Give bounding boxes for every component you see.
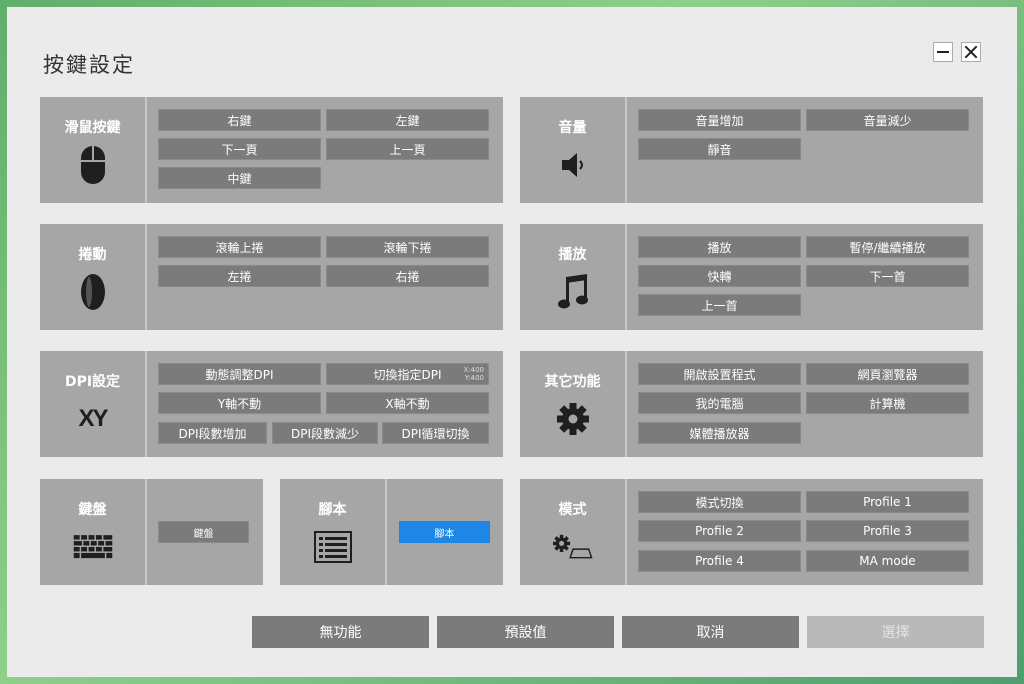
- option-profile-1[interactable]: Profile 1: [806, 491, 969, 513]
- option-volume-up[interactable]: 音量增加: [638, 109, 801, 131]
- no-function-button[interactable]: 無功能: [252, 616, 429, 648]
- option-lock-y-axis[interactable]: Y軸不動: [158, 392, 321, 414]
- option-dpi-step-down[interactable]: DPI段數減少: [272, 422, 378, 444]
- option-left-click[interactable]: 左鍵: [326, 109, 489, 131]
- option-scroll-down[interactable]: 滾輪下捲: [326, 236, 489, 258]
- window-title: 按鍵設定: [43, 53, 135, 77]
- option-dpi-step-up[interactable]: DPI段數增加: [158, 422, 267, 444]
- option-next-track[interactable]: 下一首: [806, 265, 969, 287]
- close-button[interactable]: [961, 42, 981, 62]
- option-calculator[interactable]: 計算機: [806, 392, 969, 414]
- option-prev-track[interactable]: 上一首: [638, 294, 801, 316]
- mouse-icon: [73, 145, 113, 185]
- option-fast-forward[interactable]: 快轉: [638, 265, 801, 287]
- gear-icon: [553, 399, 593, 439]
- option-right-click[interactable]: 右鍵: [158, 109, 321, 131]
- group-title: 捲動: [78, 247, 107, 263]
- option-next-page[interactable]: 下一頁: [158, 138, 321, 160]
- option-media-player[interactable]: 媒體播放器: [638, 422, 801, 444]
- group-title: 其它功能: [544, 374, 601, 390]
- option-scroll-up[interactable]: 滾輪上捲: [158, 236, 321, 258]
- dpi-y-value: Y:400: [464, 374, 484, 382]
- option-open-settings[interactable]: 開啟設置程式: [638, 363, 801, 385]
- option-scroll-right[interactable]: 右捲: [326, 265, 489, 287]
- option-scroll-left[interactable]: 左捲: [158, 265, 321, 287]
- group-other-functions: 其它功能 開啟設置程式 網頁瀏覽器 我的電腦 計算機 媒體播放器: [520, 351, 983, 457]
- option-ma-mode[interactable]: MA mode: [806, 550, 969, 572]
- cancel-button[interactable]: 取消: [622, 616, 799, 648]
- default-button[interactable]: 預設值: [437, 616, 614, 648]
- option-web-browser[interactable]: 網頁瀏覽器: [806, 363, 969, 385]
- music-note-icon: [553, 272, 593, 312]
- group-scroll: 捲動 滾輪上捲 滾輪下捲 左捲 右捲: [40, 224, 503, 330]
- option-lock-x-axis[interactable]: X軸不動: [326, 392, 489, 414]
- group-title: 腳本: [318, 502, 347, 518]
- option-middle-click[interactable]: 中鍵: [158, 167, 321, 189]
- option-script[interactable]: 腳本: [399, 521, 490, 543]
- xy-icon: XY: [78, 405, 108, 432]
- option-switch-dpi[interactable]: 切換指定DPI X:400 Y:400: [326, 363, 489, 385]
- option-play[interactable]: 播放: [638, 236, 801, 258]
- group-playback: 播放 播放 暫停/繼續播放 快轉 下一首 上一首: [520, 224, 983, 330]
- group-title: DPI設定: [64, 374, 121, 390]
- option-my-computer[interactable]: 我的電腦: [638, 392, 801, 414]
- option-dpi-cycle[interactable]: DPI循環切換: [382, 422, 489, 444]
- option-mode-switch[interactable]: 模式切換: [638, 491, 801, 513]
- group-title: 播放: [558, 247, 587, 263]
- option-dynamic-dpi[interactable]: 動態調整DPI: [158, 363, 321, 385]
- option-prev-page[interactable]: 上一頁: [326, 138, 489, 160]
- option-profile-4[interactable]: Profile 4: [638, 550, 801, 572]
- group-mode: 模式 模式切換 Profile 1 Profile 2 Profile 3 Pr…: [520, 479, 983, 585]
- group-title: 音量: [558, 120, 587, 136]
- select-button[interactable]: 選擇: [807, 616, 984, 648]
- option-mute[interactable]: 靜音: [638, 138, 801, 160]
- scroll-wheel-icon: [73, 272, 113, 312]
- option-keyboard[interactable]: 鍵盤: [158, 521, 249, 543]
- key-settings-window: 按鍵設定 滑鼠按鍵 右鍵 左鍵 下一頁 上一頁 中鍵 音量 音量增加 音量減少: [7, 7, 1017, 677]
- keyboard-icon: [73, 527, 113, 567]
- group-mouse-buttons: 滑鼠按鍵 右鍵 左鍵 下一頁 上一頁 中鍵: [40, 97, 503, 203]
- group-script: 腳本 腳本: [280, 479, 503, 585]
- option-volume-down[interactable]: 音量減少: [806, 109, 969, 131]
- group-title: 鍵盤: [78, 502, 107, 518]
- group-keyboard: 鍵盤 鍵盤: [40, 479, 263, 585]
- group-volume: 音量 音量增加 音量減少 靜音: [520, 97, 983, 203]
- minimize-button[interactable]: [933, 42, 953, 62]
- group-dpi: DPI設定 XY 動態調整DPI 切換指定DPI X:400 Y:400 Y軸不動…: [40, 351, 503, 457]
- group-title: 模式: [558, 502, 587, 518]
- option-profile-3[interactable]: Profile 3: [806, 520, 969, 542]
- speaker-icon: [553, 145, 593, 185]
- group-title: 滑鼠按鍵: [64, 120, 121, 136]
- option-profile-2[interactable]: Profile 2: [638, 520, 801, 542]
- dpi-x-value: X:400: [463, 366, 484, 374]
- gear-mode-icon: [552, 527, 593, 567]
- option-pause-resume[interactable]: 暫停/繼續播放: [806, 236, 969, 258]
- script-list-icon: [313, 527, 353, 567]
